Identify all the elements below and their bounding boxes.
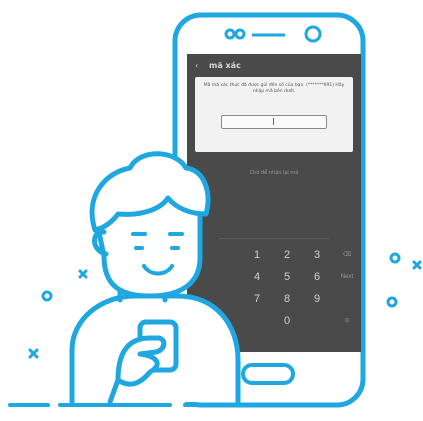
key[interactable]: 0 <box>275 311 299 331</box>
key[interactable]: 2 <box>275 245 299 265</box>
phone-screen-content: ‹ mã xác Mã mã xác thực đã được gửi đến … <box>189 55 359 350</box>
backspace-icon[interactable]: ⌫ <box>335 245 359 265</box>
app-bar-title: mã xác <box>209 61 241 70</box>
arrow-left-icon[interactable]: ‹ <box>195 55 198 77</box>
numeric-keypad: 1 2 3 ⌫ 4 5 6 Next 7 8 9 0 ⊙ <box>239 245 359 350</box>
sparkle-circle <box>386 296 398 308</box>
sparkle-circle <box>41 290 53 302</box>
sparkle-cross <box>412 260 422 270</box>
otp-message: Mã mã xác thực đã được gửi đến số của bạ… <box>203 83 345 94</box>
key[interactable]: 1 <box>245 245 269 265</box>
sparkle-circle <box>389 252 401 264</box>
key[interactable]: 4 <box>245 267 269 287</box>
app-bar: ‹ mã xác <box>189 55 359 77</box>
key[interactable]: 7 <box>245 289 269 309</box>
keyboard-divider <box>219 238 329 243</box>
key[interactable]: 5 <box>275 267 299 287</box>
resend-label[interactable]: Chờ để nhận lại mã <box>229 170 319 176</box>
otp-input[interactable] <box>221 115 327 129</box>
otp-dialog: Mã mã xác thực đã được gửi đến số của bạ… <box>195 77 353 152</box>
next-key[interactable]: Next <box>335 267 359 287</box>
key[interactable]: 9 <box>305 289 329 309</box>
key[interactable]: 8 <box>275 289 299 309</box>
sparkle-cross <box>78 269 88 279</box>
key[interactable] <box>335 289 359 309</box>
settings-icon[interactable]: ⊙ <box>335 311 359 331</box>
key[interactable]: 6 <box>305 267 329 287</box>
sparkle-cross <box>28 348 39 359</box>
key[interactable]: 3 <box>305 245 329 265</box>
